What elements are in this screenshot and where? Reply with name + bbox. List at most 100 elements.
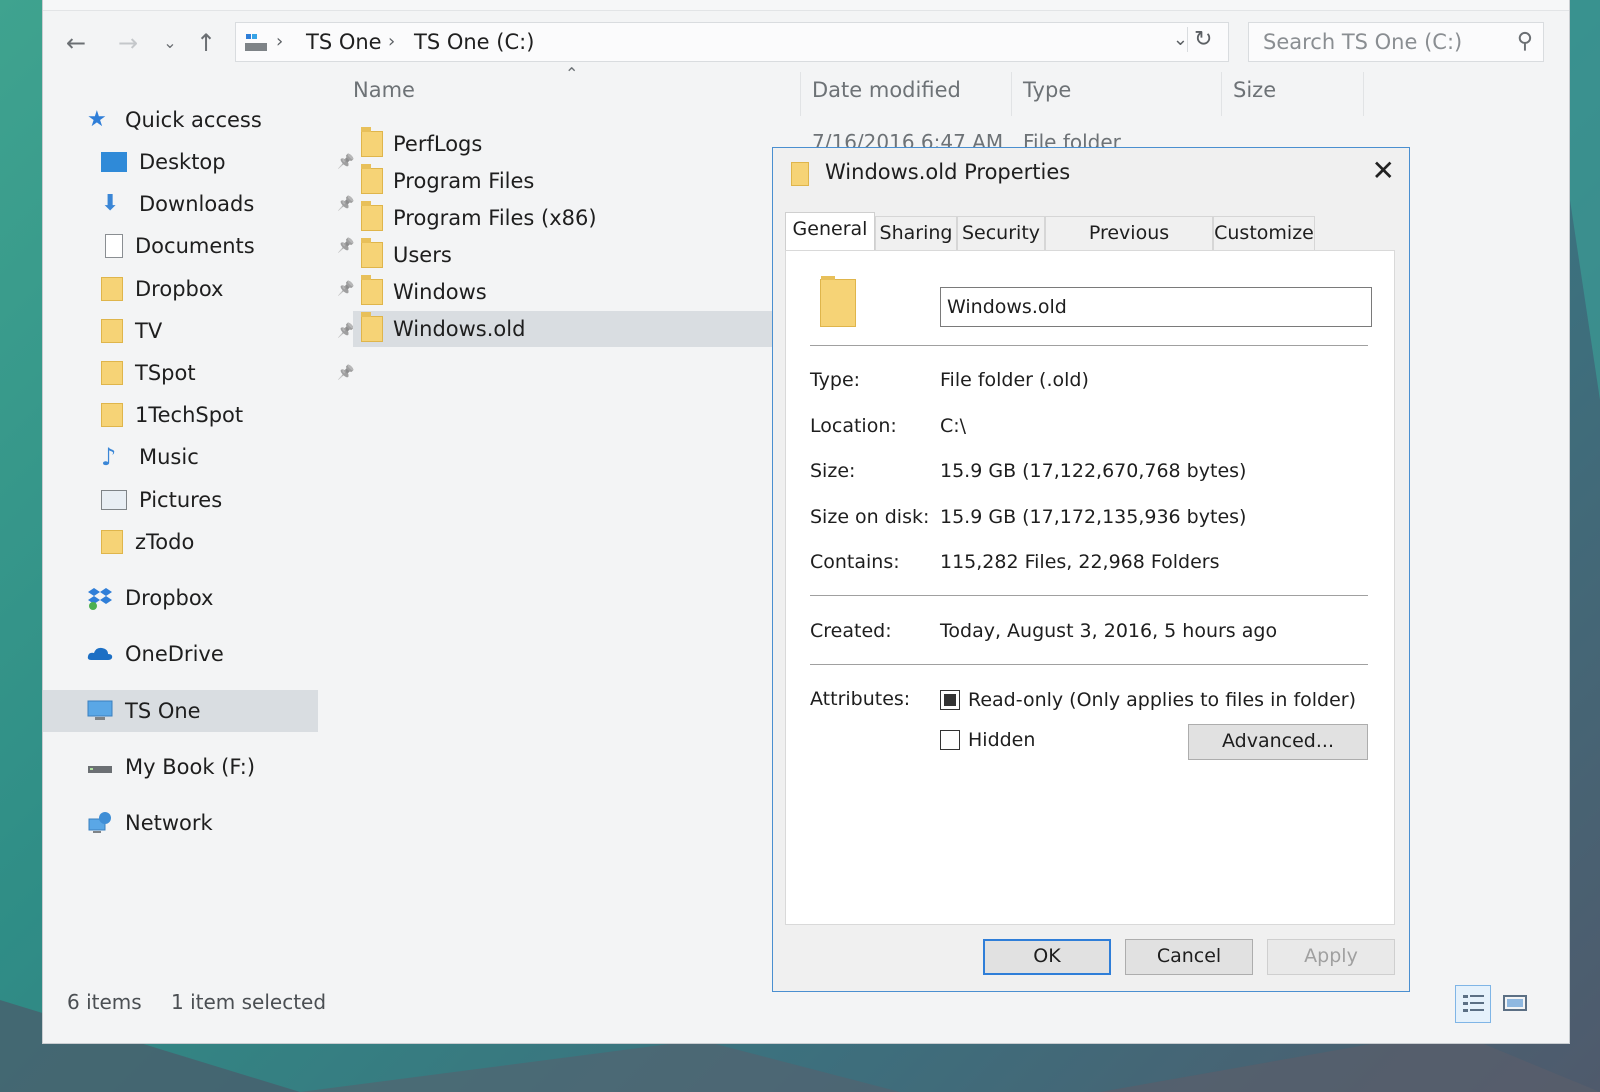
readonly-label[interactable]: Read-only (Only applies to files in fold…	[968, 689, 1356, 711]
back-arrow-icon[interactable]: ←	[61, 28, 91, 58]
column-header-type[interactable]: Type	[1023, 78, 1071, 102]
sidebar-item-ztodo[interactable]: zTodo	[101, 522, 331, 562]
file-name: PerfLogs	[393, 132, 483, 156]
sidebar-item-documents[interactable]: Documents 📌	[101, 226, 354, 266]
folder-icon	[361, 312, 383, 342]
tab-general[interactable]: General	[785, 212, 875, 250]
sidebar-item-desktop[interactable]: Desktop 📌	[101, 142, 354, 182]
folder-icon	[361, 127, 383, 157]
star-icon: ★	[87, 107, 107, 132]
file-row[interactable]: PerfLogs	[353, 126, 791, 162]
column-header-date[interactable]: Date modified	[812, 78, 961, 102]
column-divider	[800, 72, 801, 116]
column-header-name[interactable]: Name	[353, 78, 415, 102]
forward-arrow-icon[interactable]: →	[113, 28, 143, 58]
sidebar-item-pictures[interactable]: Pictures	[101, 480, 331, 520]
sidebar-item-tv[interactable]: TV 📌	[101, 311, 354, 351]
breadcrumb-c-drive[interactable]: TS One (C:)	[414, 30, 534, 54]
pin-icon[interactable]: 📌	[337, 281, 354, 297]
location-label: Location:	[810, 415, 897, 437]
folder-icon	[820, 276, 856, 327]
sidebar-item-label: 1TechSpot	[135, 403, 244, 428]
close-icon[interactable]: ✕	[1372, 154, 1395, 187]
cancel-button[interactable]: Cancel	[1125, 939, 1253, 975]
folder-icon	[361, 201, 383, 231]
tab-security[interactable]: Security	[957, 216, 1045, 250]
search-box[interactable]: Search TS One (C:) ⚲	[1248, 22, 1544, 62]
nav-dropbox-label: Dropbox	[125, 586, 214, 610]
downloads-icon: ⬇	[101, 191, 120, 217]
pin-icon[interactable]: 📌	[337, 365, 354, 381]
nav-network[interactable]: Network	[87, 803, 213, 843]
tab-customize[interactable]: Customize	[1213, 216, 1315, 250]
breadcrumb-ts-one[interactable]: TS One	[306, 30, 382, 54]
readonly-checkbox[interactable]	[940, 690, 960, 710]
attributes-label: Attributes:	[810, 688, 911, 710]
sidebar-item-label: Dropbox	[135, 276, 224, 301]
folder-icon	[361, 275, 383, 305]
documents-icon	[105, 234, 123, 259]
sidebar-item-1techspot[interactable]: 1TechSpot	[101, 395, 331, 435]
hidden-checkbox[interactable]	[940, 730, 960, 750]
ok-button[interactable]: OK	[983, 939, 1111, 975]
file-row[interactable]: Windows.old	[353, 311, 793, 347]
nav-this-pc-label: TS One	[125, 699, 201, 723]
large-icons-view-icon[interactable]	[1497, 985, 1533, 1023]
sidebar-item-dropbox[interactable]: Dropbox 📌	[101, 269, 354, 309]
file-row[interactable]: Program Files	[353, 163, 791, 199]
pin-icon[interactable]: 📌	[337, 323, 354, 339]
network-icon	[88, 812, 111, 833]
file-row[interactable]: Windows	[353, 274, 791, 310]
folder-icon	[101, 276, 123, 301]
nav-my-book[interactable]: My Book (F:)	[87, 747, 255, 787]
nav-dropbox[interactable]: Dropbox	[87, 578, 213, 618]
folder-icon	[361, 238, 383, 268]
computer-icon	[87, 700, 113, 720]
general-tab-panel: Type: File folder (.old) Location: C:\ S…	[785, 250, 1395, 925]
column-header-size[interactable]: Size	[1233, 78, 1276, 102]
file-name: Program Files	[393, 169, 535, 193]
nav-quick-access[interactable]: ★ Quick access	[87, 100, 262, 140]
tab-sharing[interactable]: Sharing	[875, 216, 957, 250]
details-view-icon[interactable]	[1455, 985, 1491, 1023]
size-on-disk-value: 15.9 GB (17,172,135,936 bytes)	[940, 506, 1247, 528]
sidebar-item-label: Pictures	[139, 487, 223, 512]
up-arrow-icon[interactable]: ↑	[191, 28, 221, 58]
pin-icon[interactable]: 📌	[337, 196, 354, 212]
file-name: Windows.old	[393, 317, 526, 341]
folder-icon	[101, 361, 123, 385]
file-row[interactable]: Program Files (x86)	[353, 200, 791, 236]
recent-locations-chevron-icon[interactable]: ⌄	[155, 28, 185, 58]
pin-icon[interactable]: 📌	[337, 238, 354, 254]
navigation-bar: ← → ⌄ ↑ › TS One › TS One (C:) ⌄ ↻ Searc…	[43, 12, 1569, 70]
address-dropdown-chevron-icon[interactable]: ⌄	[1173, 29, 1188, 50]
created-label: Created:	[810, 620, 892, 642]
sidebar-item-downloads[interactable]: ⬇ Downloads 📌	[101, 184, 354, 224]
column-divider	[1221, 72, 1222, 116]
music-icon: ♪	[101, 443, 117, 472]
file-row[interactable]: Users	[353, 237, 791, 273]
created-value: Today, August 3, 2016, 5 hours ago	[940, 620, 1278, 642]
refresh-icon[interactable]: ↻	[1187, 27, 1222, 52]
size-label: Size:	[810, 460, 856, 482]
hidden-label[interactable]: Hidden	[968, 729, 1035, 751]
sidebar-item-tspot[interactable]: TSpot 📌	[101, 353, 354, 393]
sort-ascending-icon: ⌃	[565, 64, 579, 83]
file-name: Windows	[393, 280, 487, 304]
sidebar-item-music[interactable]: ♪ Music	[101, 437, 331, 477]
tab-previous-versions[interactable]: Previous Versions	[1045, 216, 1213, 276]
column-divider	[1363, 72, 1364, 116]
apply-button[interactable]: Apply	[1267, 939, 1395, 975]
divider	[810, 664, 1368, 665]
pin-icon[interactable]: 📌	[337, 154, 354, 170]
address-bar[interactable]: › TS One › TS One (C:) ⌄ ↻	[235, 22, 1229, 62]
advanced-button[interactable]: Advanced...	[1188, 724, 1368, 760]
search-icon[interactable]: ⚲	[1517, 29, 1533, 54]
nav-onedrive-label: OneDrive	[125, 642, 224, 666]
nav-this-pc[interactable]: TS One	[87, 691, 201, 731]
nav-onedrive[interactable]: OneDrive	[87, 634, 224, 674]
column-divider	[1011, 72, 1012, 116]
location-value: C:\	[940, 415, 967, 437]
folder-name-input[interactable]	[940, 287, 1372, 327]
navigation-pane: ★ Quick access Desktop 📌 ⬇ Downloads 📌 Docume…	[43, 100, 354, 980]
